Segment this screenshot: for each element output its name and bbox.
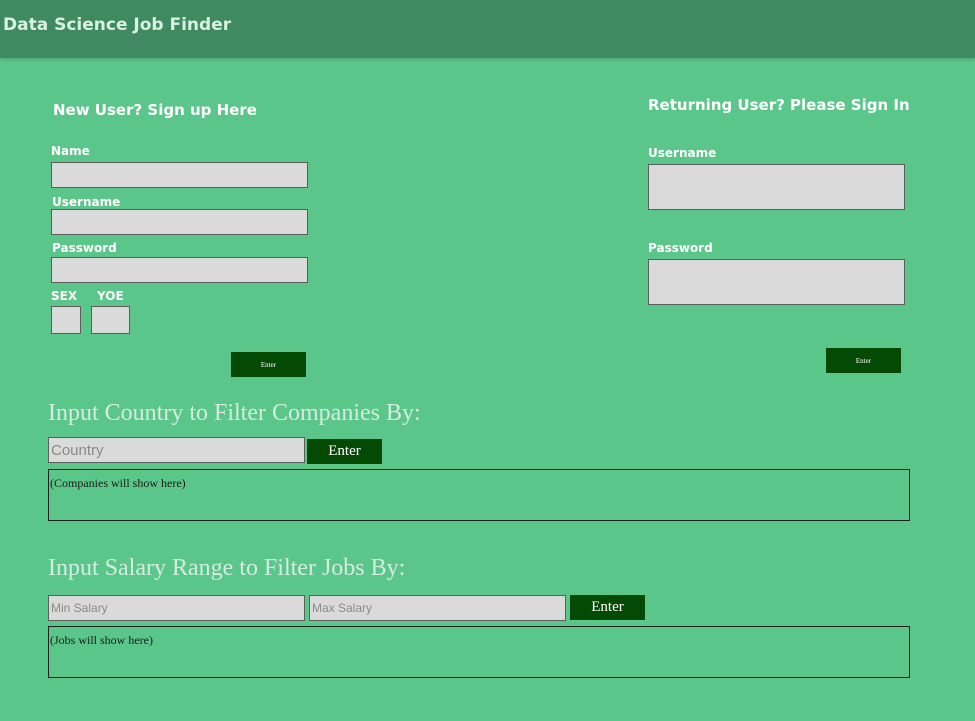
signup-password-label: Password [52,241,117,255]
salary-filter-enter-button[interactable]: Enter [570,595,645,620]
signup-yoe-label: YOE [97,289,124,303]
signup-heading: New User? Sign up Here [53,101,257,119]
min-salary-input[interactable] [48,595,305,621]
signup-username-label: Username [52,195,121,209]
country-input[interactable] [48,437,305,463]
company-filter-enter-button[interactable]: Enter [307,439,382,464]
top-bar: Data Science Job Finder [0,0,975,58]
signup-sex-input[interactable] [51,306,81,334]
signup-username-input[interactable] [51,209,308,235]
jobs-results-text: (Jobs will show here) [50,633,153,647]
signup-name-input[interactable] [51,162,308,188]
signup-yoe-input[interactable] [91,306,130,334]
max-salary-input[interactable] [309,595,566,621]
company-filter-heading: Input Country to Filter Companies By: [48,400,421,426]
signup-password-input[interactable] [51,257,308,283]
salary-filter-heading: Input Salary Range to Filter Jobs By: [48,555,406,581]
signin-username-input[interactable] [648,164,905,210]
signup-enter-button[interactable]: Enter [231,352,306,377]
signin-enter-button[interactable]: Enter [826,348,901,373]
companies-results-box: (Companies will show here) [48,469,910,521]
signin-username-label: Username [648,146,717,160]
app-title: Data Science Job Finder [3,15,232,35]
signin-heading: Returning User? Please Sign In [648,96,910,114]
companies-results-text: (Companies will show here) [50,476,186,490]
jobs-results-box: (Jobs will show here) [48,626,910,678]
signin-password-input[interactable] [648,259,905,305]
signup-name-label: Name [51,144,90,158]
signin-password-label: Password [648,241,713,255]
signup-sex-label: SEX [51,289,78,303]
